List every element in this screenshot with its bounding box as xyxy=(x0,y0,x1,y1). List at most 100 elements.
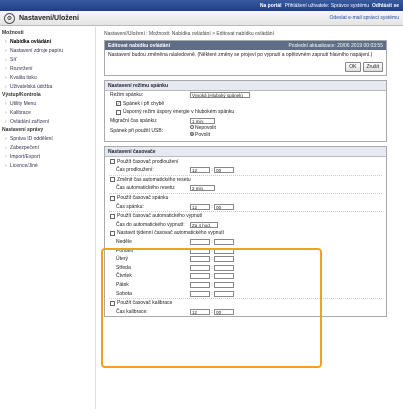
sidebar-item-print-quality[interactable]: Kvalita tisku xyxy=(0,73,95,82)
sidebar-item-layout[interactable]: Rozvržení xyxy=(0,64,95,73)
auto-reset-time-label: Čas automatického resetu: xyxy=(116,185,176,192)
cancel-button[interactable]: Zrušit xyxy=(362,62,383,72)
page-header: ⚙ Nastavení/Uložení Odeslat e-mail správ… xyxy=(0,11,403,26)
day-hour-input[interactable] xyxy=(190,247,210,254)
calibration-hour-input[interactable]: 12 xyxy=(190,308,210,315)
day-hour-input[interactable] xyxy=(190,273,210,280)
sleep-on-error-label: Spánek i při chybě xyxy=(123,100,165,107)
sidebar-group-management: Nastavení správy xyxy=(2,127,44,133)
auto-reset-time-select[interactable]: 2 min. xyxy=(190,185,215,192)
sleep-time-label: Čas spánku: xyxy=(116,203,144,210)
usb-sleep-label: Spánek při použití USB: xyxy=(110,128,164,135)
breadcrumb: Nastavení/Uložení : Možnosti: Nabídka ov… xyxy=(104,31,274,37)
day-row: Čtvrtek : xyxy=(105,272,386,281)
auto-off-time-select[interactable]: Za 4 hod. xyxy=(190,221,218,228)
logout-link[interactable]: Odhlásit se xyxy=(372,3,399,9)
extension-timer-label: Použít časovač prodloužení xyxy=(117,158,179,165)
sidebar: Možnosti Nabídka ovládání Nastavení zdro… xyxy=(0,27,96,409)
sleep-panel: Nastavení režimu spánku Režim spánku: Vy… xyxy=(104,80,387,143)
page-title: Nastavení/Uložení xyxy=(19,14,79,22)
day-minute-input[interactable] xyxy=(214,281,235,288)
sleep-panel-header: Nastavení režimu spánku xyxy=(105,81,386,91)
day-label: Neděle xyxy=(116,239,132,246)
day-row: Středa : xyxy=(105,264,386,273)
day-hour-input[interactable] xyxy=(190,256,210,263)
day-label: Pondělí xyxy=(116,247,133,254)
calibration-timer-label: Použít časovač kalibrace xyxy=(117,300,173,307)
sidebar-item-security[interactable]: Zabezpečení xyxy=(0,143,95,152)
day-hour-input[interactable] xyxy=(190,239,210,246)
day-minute-input[interactable] xyxy=(214,273,235,280)
sleep-on-error-checkbox[interactable]: ✓ xyxy=(116,101,121,107)
day-minute-input[interactable] xyxy=(214,256,235,263)
extension-minute-input[interactable]: 00 xyxy=(214,167,235,174)
email-admin-link[interactable]: Odeslat e-mail správci systému xyxy=(330,15,399,21)
sidebar-item-import-export[interactable]: Import/Export xyxy=(0,152,95,161)
sidebar-item-device-control[interactable]: Ovládání zařízení xyxy=(0,117,95,126)
day-label: Pátek xyxy=(116,281,129,288)
sleep-minute-input[interactable]: 00 xyxy=(214,203,235,210)
day-row: Úterý : xyxy=(105,255,386,264)
sidebar-group-options: Možnosti xyxy=(2,30,24,36)
sleep-timer-label: Použít časovač spánku xyxy=(117,195,169,202)
sidebar-item-calibration[interactable]: Kalibrace xyxy=(0,108,95,117)
sidebar-item-license[interactable]: Licence/Jiné xyxy=(0,161,95,170)
day-minute-input[interactable] xyxy=(214,239,235,246)
auto-off-time-label: Čas do automatického vypnutí: xyxy=(116,221,185,228)
weekly-day-list: Neděle : Pondělí : Úterý : Středa : Čtvr… xyxy=(105,238,386,298)
day-label: Středa xyxy=(116,264,131,271)
day-row: Pátek : xyxy=(105,281,386,290)
day-hour-input[interactable] xyxy=(190,264,210,271)
edit-panel-header: Editovat nabídku ovládání Poslední aktua… xyxy=(105,41,386,50)
usb-on-label: Povolit xyxy=(195,131,211,138)
sidebar-item-user-maintenance[interactable]: Uživatelská údržba xyxy=(0,82,95,91)
day-row: Pondělí : xyxy=(105,246,386,255)
sidebar-item-utility-menu[interactable]: Utility Menu xyxy=(0,99,95,108)
ok-button[interactable]: OK xyxy=(345,62,361,72)
sidebar-item-network[interactable]: Síť xyxy=(0,55,95,64)
calibration-minute-input[interactable]: 00 xyxy=(214,308,235,315)
top-bar: Na portál Přihlášení uživatele: Správce … xyxy=(0,0,403,11)
calibration-timer-checkbox[interactable] xyxy=(110,300,115,306)
day-hour-input[interactable] xyxy=(190,290,210,297)
edit-panel: Editovat nabídku ovládání Poslední aktua… xyxy=(104,40,387,76)
day-label: Úterý xyxy=(116,256,128,263)
energy-saving-checkbox[interactable] xyxy=(116,109,121,115)
usb-on-radio[interactable] xyxy=(190,131,194,136)
sleep-timer-checkbox[interactable] xyxy=(110,195,115,201)
sleep-mode-label: Režim spánku: xyxy=(110,92,144,99)
sidebar-group-output: Výstup/Kontrola xyxy=(2,92,41,98)
portal-link[interactable]: Na portál xyxy=(260,3,282,9)
sidebar-item-paper-source[interactable]: Nastavení zdroje papíru xyxy=(0,46,95,55)
day-row: Sobota : xyxy=(105,289,386,298)
auto-off-timer-label: Použít časovač automatického vypnutí xyxy=(117,213,203,220)
auto-off-timer-checkbox[interactable] xyxy=(110,213,115,219)
day-minute-input[interactable] xyxy=(214,290,235,297)
timer-panel-header: Nastavení časovače xyxy=(105,147,386,158)
sleep-hour-input[interactable]: 12 xyxy=(190,203,210,210)
usb-off-label: Nepovolit xyxy=(195,124,216,131)
auto-reset-label: Změnit čas automatického resetu xyxy=(117,176,191,183)
extension-hour-input[interactable]: 12 xyxy=(190,167,210,174)
settings-logo-icon: ⚙ xyxy=(4,12,15,24)
sleep-mode-select[interactable]: Vysoká (Hluboký spánek) xyxy=(190,92,250,99)
sidebar-item-department-id[interactable]: Správa ID oddělení xyxy=(0,134,95,143)
day-label: Sobota xyxy=(116,290,132,297)
login-info: Přihlášení uživatele: Správce systému xyxy=(284,2,370,9)
weekly-auto-off-checkbox[interactable] xyxy=(110,230,115,236)
day-minute-input[interactable] xyxy=(214,264,235,271)
extension-time-label: Čas prodloužení: xyxy=(116,167,154,174)
calibration-time-label: Čas kalibrace: xyxy=(116,308,148,315)
usb-off-radio[interactable] xyxy=(190,124,194,129)
day-minute-input[interactable] xyxy=(214,247,235,254)
day-row: Neděle : xyxy=(105,238,386,247)
edit-message: Nastavení budou změněna následovně. (Něk… xyxy=(108,52,373,58)
auto-reset-checkbox[interactable] xyxy=(110,177,115,183)
energy-saving-label: Úsporný režim úspory energie v hlubokém … xyxy=(123,109,235,116)
sidebar-item-control-menu[interactable]: Nabídka ovládání xyxy=(0,37,95,46)
transition-time-select[interactable]: 1 min. xyxy=(190,118,215,125)
main-content: Nastavení/Uložení : Možnosti: Nabídka ov… xyxy=(96,27,403,409)
day-hour-input[interactable] xyxy=(190,281,210,288)
extension-timer-checkbox[interactable] xyxy=(110,159,115,165)
edit-panel-title: Editovat nabídku ovládání xyxy=(108,42,170,49)
